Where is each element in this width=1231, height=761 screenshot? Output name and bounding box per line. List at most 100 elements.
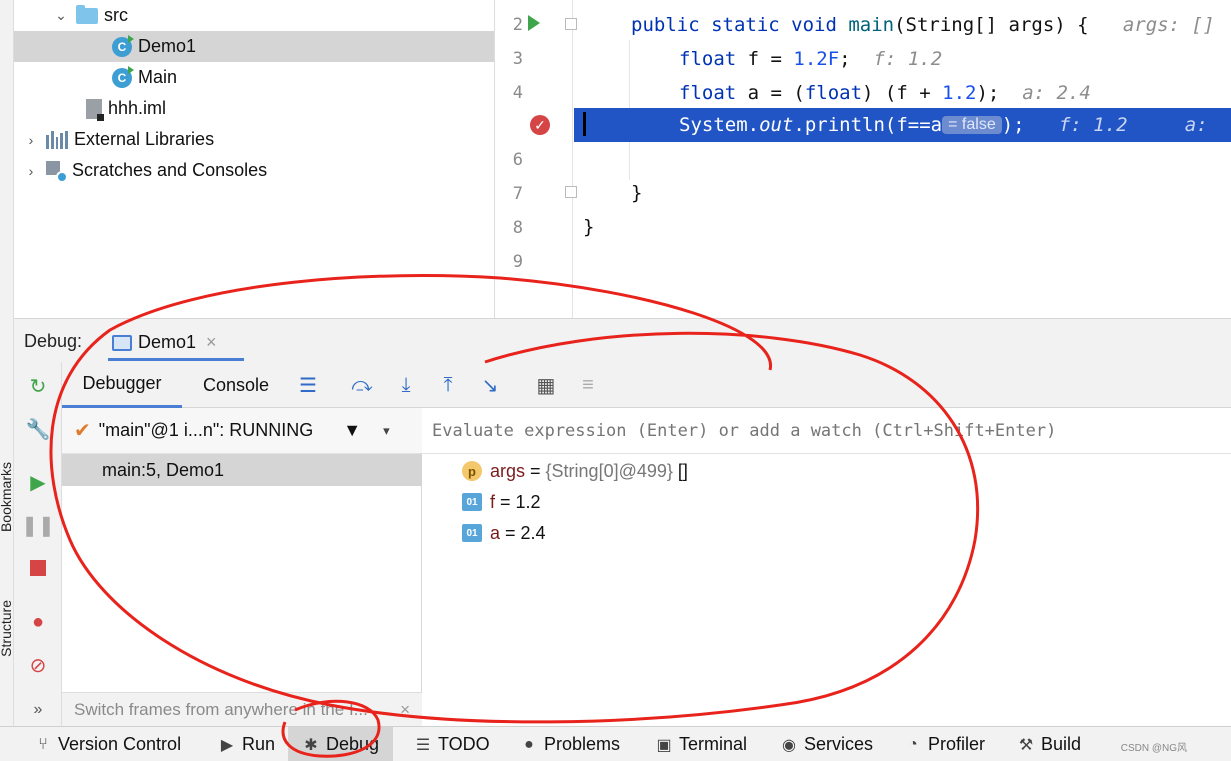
step-over-icon[interactable]: ⤼ — [350, 373, 374, 397]
more-icon[interactable]: » — [26, 698, 50, 722]
list-icon: ☰ — [415, 736, 431, 754]
wrench-icon[interactable]: 🔧 — [26, 417, 51, 441]
tree-item-hhh-iml[interactable]: hhh.iml — [86, 93, 166, 124]
code-text: f = — [736, 48, 794, 70]
tree-item-demo1[interactable]: C Demo1 — [14, 31, 494, 62]
code-editor[interactable]: 2 3 4 5 6 7 8 9 ✓ public static void mai… — [494, 0, 1231, 318]
project-tree: ⌄ src C Demo1 C Main hhh.iml › External … — [14, 0, 494, 318]
layout-menu-icon[interactable]: ☰ — [296, 373, 320, 397]
frames-panel: ✔ "main"@1 i...n": RUNNING ▼ ▾ main:5, D… — [62, 408, 422, 726]
run-gutter-icon[interactable] — [528, 15, 540, 31]
tree-item-external-libraries[interactable]: › External Libraries — [22, 124, 214, 155]
inline-debug-hint: f: 1.2 a: — [1058, 114, 1208, 136]
chevron-right-icon[interactable]: › — [22, 132, 40, 148]
tool-version-control[interactable]: ⑂ Version Control — [34, 727, 181, 761]
tool-label: Problems — [544, 734, 621, 754]
code-keyword: float — [679, 48, 737, 70]
variable-row-args[interactable]: p args = {String[0]@499} [] — [462, 456, 688, 486]
stop-icon[interactable] — [26, 556, 50, 580]
tool-debug[interactable]: ✱ Debug — [288, 727, 394, 761]
thread-selector[interactable]: ✔ "main"@1 i...n": RUNNING ▼ ▾ — [62, 408, 422, 454]
tree-item-label: Scratches and Consoles — [72, 160, 268, 180]
code-line-2[interactable]: public static void main (String[] args) {… — [574, 8, 1231, 42]
tool-label: TODO — [438, 734, 490, 754]
tree-item-label: External Libraries — [74, 129, 215, 149]
variable-row-f[interactable]: 01 f = 1.2 — [462, 487, 541, 517]
line-number: 4 — [512, 83, 523, 103]
services-icon: ◉ — [782, 736, 796, 754]
thread-label: "main"@1 i...n": RUNNING — [98, 420, 314, 440]
filter-icon[interactable]: ▼ — [343, 420, 361, 441]
inline-value-badge[interactable]: = false — [942, 116, 1002, 134]
tool-profiler[interactable]: ◔ Profiler — [904, 727, 985, 761]
code-line-5-execution-point[interactable]: System. out .println(f==a = false); f: 1.2 … — [574, 108, 1231, 142]
resume-icon[interactable]: ▶ — [26, 470, 50, 494]
variable-extra: [] — [672, 460, 688, 481]
variable-name: args — [490, 460, 526, 481]
chevron-down-icon[interactable]: ⌄ — [52, 7, 70, 24]
trace-stream-icon[interactable]: ≡ — [576, 373, 600, 397]
evaluate-expression-input[interactable] — [422, 408, 1231, 454]
code-line-7[interactable]: } — [574, 176, 1231, 210]
tree-item-src[interactable]: ⌄ src — [52, 0, 492, 31]
pause-icon[interactable]: ❚❚ — [21, 513, 55, 537]
tool-problems[interactable]: ● Problems — [520, 727, 620, 761]
line-number: 6 — [512, 150, 523, 170]
folder-icon — [76, 4, 98, 24]
breakpoint-icon[interactable]: ✓ — [530, 115, 550, 135]
step-out-icon[interactable]: ⤒ — [436, 373, 460, 397]
tool-run[interactable]: ▶ Run — [218, 727, 275, 761]
frames-hint-bar: Switch frames from anywhere in the I... … — [62, 692, 422, 726]
dropdown-arrow-icon[interactable]: ▾ — [383, 423, 390, 439]
structure-tab[interactable]: Structure — [0, 600, 14, 657]
bookmarks-tab[interactable]: Bookmarks — [0, 462, 14, 532]
code-text: ); — [976, 82, 1000, 104]
watermark: CSDN @NG风 — [1120, 743, 1187, 754]
close-icon[interactable]: × — [206, 332, 217, 353]
code-text: (String[] args) { — [894, 14, 1089, 36]
chevron-right-icon[interactable]: › — [22, 163, 40, 179]
text-caret — [583, 112, 586, 136]
variable-row-a[interactable]: 01 a = 2.4 — [462, 518, 546, 548]
variable-eq: = — [525, 460, 546, 481]
debug-session-tab[interactable]: Demo1 × — [108, 327, 244, 361]
mute-breakpoints-icon[interactable]: ⊘ — [26, 653, 50, 677]
line-number: 5 — [512, 116, 523, 136]
tool-label: Services — [804, 734, 874, 754]
debug-session-icon — [112, 334, 132, 351]
rerun-icon[interactable]: ↻ — [26, 374, 50, 398]
tab-console[interactable]: Console — [188, 362, 284, 408]
tool-label: Terminal — [679, 734, 748, 754]
frames-hint-text: Switch frames from anywhere in the I... — [74, 699, 368, 719]
tool-build[interactable]: ⚒ Build — [1017, 727, 1081, 761]
tree-item-scratches[interactable]: › Scratches and Consoles — [22, 155, 267, 186]
step-into-icon[interactable]: ⤓ — [394, 373, 418, 397]
code-line-8[interactable]: } — [574, 210, 1231, 244]
tree-item-main[interactable]: C Main — [112, 62, 177, 93]
run-to-cursor-icon[interactable]: ↘ — [478, 373, 502, 397]
debug-tool-window-header: Debug: Demo1 × — [14, 318, 1231, 362]
tool-label: Run — [242, 734, 276, 754]
left-tool-strip: Bookmarks Structure — [0, 0, 14, 726]
code-text: ; — [839, 48, 851, 70]
line-number: 3 — [512, 49, 523, 69]
view-breakpoints-icon[interactable]: ● — [26, 610, 50, 634]
tool-todo[interactable]: ☰ TODO — [414, 727, 490, 761]
editor-gutter[interactable]: 2 3 4 5 6 7 8 9 ✓ — [495, 0, 577, 318]
code-line-4[interactable]: float a = (float) (f + 1.2); a: 2.4 — [574, 76, 1231, 110]
tab-debugger[interactable]: Debugger — [62, 362, 182, 408]
tool-services[interactable]: ◉ Services — [780, 727, 873, 761]
line-number: 2 — [512, 15, 523, 35]
line-number: 9 — [512, 252, 523, 272]
stack-frame-row[interactable]: main:5, Demo1 — [62, 454, 422, 486]
evaluate-expression-icon[interactable]: ▦ — [534, 373, 558, 397]
code-text: .println(f==a — [793, 114, 943, 136]
tool-terminal[interactable]: ▣ Terminal — [655, 727, 747, 761]
primitive-icon: 01 — [462, 524, 482, 542]
code-number: 1.2F — [793, 48, 840, 70]
code-method-name: main — [848, 14, 895, 36]
close-icon[interactable]: × — [400, 700, 410, 720]
bug-icon: ✱ — [304, 736, 318, 754]
code-line-3[interactable]: float f = 1.2F; f: 1.2 — [574, 42, 1231, 76]
tool-window-bar: ⑂ Version Control ▶ Run ✱ Debug ☰ TODO ● Prob… — [0, 726, 1231, 761]
